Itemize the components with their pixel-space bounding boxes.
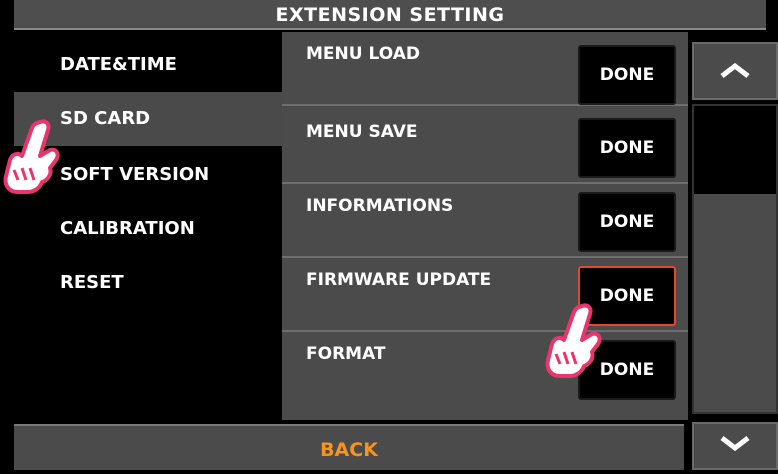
scroll-thumb[interactable]	[694, 194, 776, 412]
option-row-firmware-update: FIRMWARE UPDATE DONE	[282, 258, 688, 332]
menu-load-done-button[interactable]: DONE	[578, 45, 676, 105]
option-label: MENU LOAD	[306, 44, 420, 64]
chevron-up-icon	[720, 62, 750, 78]
menu-save-done-button[interactable]: DONE	[578, 118, 676, 178]
option-row-informations: INFORMATIONS DONE	[282, 184, 688, 258]
option-label: FIRMWARE UPDATE	[306, 270, 492, 290]
option-row-menu-load: MENU LOAD DONE	[282, 32, 688, 106]
option-label: INFORMATIONS	[306, 196, 454, 216]
scroll-up-button[interactable]	[692, 42, 778, 100]
scrollbar	[688, 32, 778, 470]
option-label: MENU SAVE	[306, 122, 418, 142]
option-row-format: FORMAT DONE	[282, 332, 688, 406]
menu-item-date-time[interactable]: DATE&TIME	[14, 38, 282, 92]
hand-pointer-icon	[3, 119, 60, 194]
menu-item-calibration[interactable]: CALIBRATION	[14, 202, 282, 256]
menu-item-reset[interactable]: RESET	[14, 256, 282, 310]
informations-done-button[interactable]: DONE	[578, 192, 676, 252]
scroll-down-button[interactable]	[692, 422, 778, 470]
option-label: FORMAT	[306, 344, 386, 364]
scroll-track[interactable]	[692, 104, 778, 414]
chevron-down-icon	[720, 436, 750, 452]
page-title: EXTENSION SETTING	[14, 0, 766, 30]
options-panel: MENU LOAD DONE MENU SAVE DONE INFORMATIO…	[282, 32, 688, 420]
left-menu: DATE&TIME SD CARD SOFT VERSION CALIBRATI…	[14, 32, 282, 420]
back-button[interactable]: BACK	[14, 424, 684, 470]
hand-pointer-icon	[545, 303, 602, 378]
option-row-menu-save: MENU SAVE DONE	[282, 110, 688, 184]
